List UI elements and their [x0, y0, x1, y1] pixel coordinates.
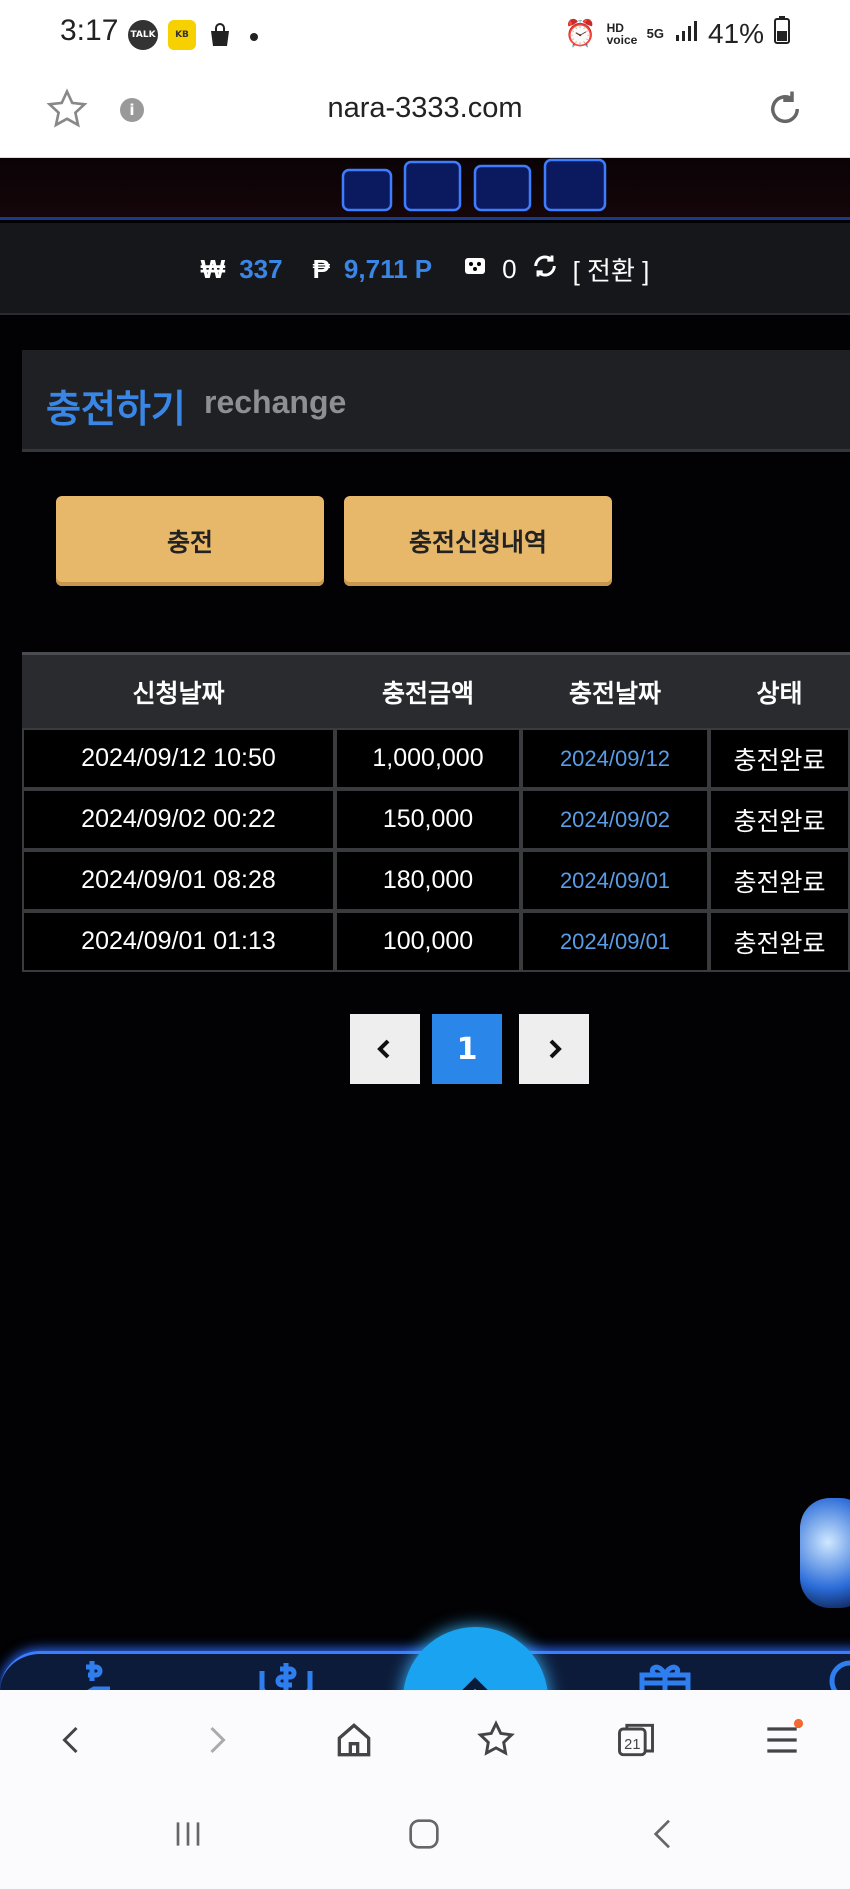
- site-bottom-nav: [0, 1623, 850, 1690]
- menu-icon[interactable]: [760, 1718, 804, 1771]
- url-text[interactable]: nara-3333.com: [0, 92, 850, 125]
- cell-status: 충전완료: [709, 728, 850, 789]
- cell-request-date: 2024/09/01 08:28: [22, 850, 335, 911]
- cell-amount: 150,000: [335, 789, 521, 850]
- cell-request-date: 2024/09/12 10:50: [22, 728, 335, 789]
- table-row: 2024/09/02 00:22 150,000 2024/09/02 충전완료: [22, 789, 850, 850]
- cell-charge-date: 2024/09/02: [521, 789, 709, 850]
- cell-amount: 1,000,000: [335, 728, 521, 789]
- header-amount: 충전금액: [381, 678, 474, 708]
- reload-icon[interactable]: [764, 88, 806, 134]
- charge-button[interactable]: 충전: [56, 496, 324, 586]
- cell-charge-date: 2024/09/01: [521, 850, 709, 911]
- point-symbol: ₱: [312, 254, 330, 284]
- cell-status: 충전완료: [709, 911, 850, 972]
- shopping-bag-icon: [205, 20, 235, 50]
- hd-voice-icon: HD voice: [606, 20, 638, 47]
- cell-amount: 100,000: [335, 911, 521, 972]
- cell-status: 충전완료: [709, 850, 850, 911]
- more-nav-icon[interactable]: [826, 1657, 850, 1690]
- home-system-icon[interactable]: [404, 1814, 444, 1863]
- tabs-count: 21: [624, 1737, 640, 1753]
- table-row: 2024/09/12 10:50 1,000,000 2024/09/12 충전…: [22, 728, 850, 789]
- table-row: 2024/09/01 01:13 100,000 2024/09/01 충전완료: [22, 911, 850, 972]
- dot-icon: [250, 33, 258, 41]
- browser-url-bar: i nara-3333.com: [0, 70, 850, 158]
- alarm-icon: ⏰: [564, 18, 597, 48]
- section-title: 충전하기: [46, 387, 186, 431]
- convert-button[interactable]: [ 전환 ]: [573, 251, 650, 288]
- section-subtitle: rechange: [204, 384, 347, 420]
- cell-request-date: 2024/09/02 00:22: [22, 789, 335, 850]
- next-page-button[interactable]: [519, 1014, 589, 1084]
- withdraw-hands-icon[interactable]: [256, 1657, 316, 1690]
- current-page-button[interactable]: 1: [432, 1014, 502, 1084]
- system-nav-bar: [0, 1790, 850, 1889]
- refresh-icon[interactable]: [531, 252, 559, 287]
- floating-promo-gem-icon[interactable]: [800, 1498, 850, 1608]
- header-request-date: 신청날짜: [132, 678, 225, 708]
- browser-toolbar: 21: [0, 1690, 850, 1790]
- signal-icon: [674, 18, 698, 50]
- kb-notification-icon: KB: [168, 20, 196, 50]
- cell-request-date: 2024/09/01 01:13: [22, 911, 335, 972]
- balance-bar: ₩ 337 ₱ 9,711 P 0 [ 전환 ]: [0, 223, 850, 315]
- battery-icon: [774, 16, 790, 51]
- battery-text: 41%: [707, 17, 764, 49]
- table-header: 신청날짜 충전금액 충전날짜 상태: [22, 652, 850, 728]
- recent-apps-icon[interactable]: [168, 1814, 208, 1863]
- header-status: 상태: [756, 678, 803, 708]
- balance-row: ₩ 337 ₱ 9,711 P 0 [ 전환 ]: [0, 251, 850, 288]
- won-balance: 337: [239, 254, 283, 284]
- tabs-icon[interactable]: 21: [614, 1718, 658, 1771]
- cell-amount: 180,000: [335, 850, 521, 911]
- network-icon: 5G: [646, 26, 664, 41]
- cell-charge-date: 2024/09/12: [521, 728, 709, 789]
- point-balance: 9,711 P: [343, 254, 433, 284]
- charge-history-button[interactable]: 충전신청내역: [344, 496, 612, 586]
- charge-history-table: 신청날짜 충전금액 충전날짜 상태 2024/09/12 10:50 1,000…: [22, 652, 850, 972]
- header-charge-date: 충전날짜: [568, 678, 661, 708]
- status-right: ⏰ HD voice 5G 41%: [564, 16, 790, 51]
- site-logo[interactable]: [335, 158, 615, 218]
- home-icon[interactable]: [332, 1718, 376, 1771]
- chip-balance: 0: [502, 254, 517, 284]
- prev-page-button[interactable]: [350, 1014, 420, 1084]
- gift-icon[interactable]: [636, 1657, 694, 1690]
- deposit-hand-icon[interactable]: [64, 1657, 120, 1690]
- cell-charge-date: 2024/09/01: [521, 911, 709, 972]
- home-nav-button[interactable]: [403, 1627, 548, 1690]
- forward-icon[interactable]: [198, 1718, 234, 1771]
- cell-status: 충전완료: [709, 789, 850, 850]
- back-icon[interactable]: [54, 1718, 90, 1771]
- site-content: ₩ 337 ₱ 9,711 P 0 [ 전환 ] 충전하기 rechange 충…: [0, 158, 850, 1690]
- bookmarks-icon[interactable]: [474, 1718, 518, 1771]
- status-bar: 3:17 TALK KB ⏰ HD voice 5G 41%: [0, 0, 850, 70]
- status-time: 3:17: [60, 14, 119, 47]
- won-symbol: ₩: [200, 254, 226, 284]
- back-system-icon[interactable]: [644, 1814, 684, 1863]
- section-header: 충전하기 rechange: [22, 350, 850, 452]
- table-row: 2024/09/01 08:28 180,000 2024/09/01 충전완료: [22, 850, 850, 911]
- logo-strip: [0, 158, 850, 220]
- chip-icon: [462, 253, 488, 286]
- talk-notification-icon: TALK: [128, 20, 158, 50]
